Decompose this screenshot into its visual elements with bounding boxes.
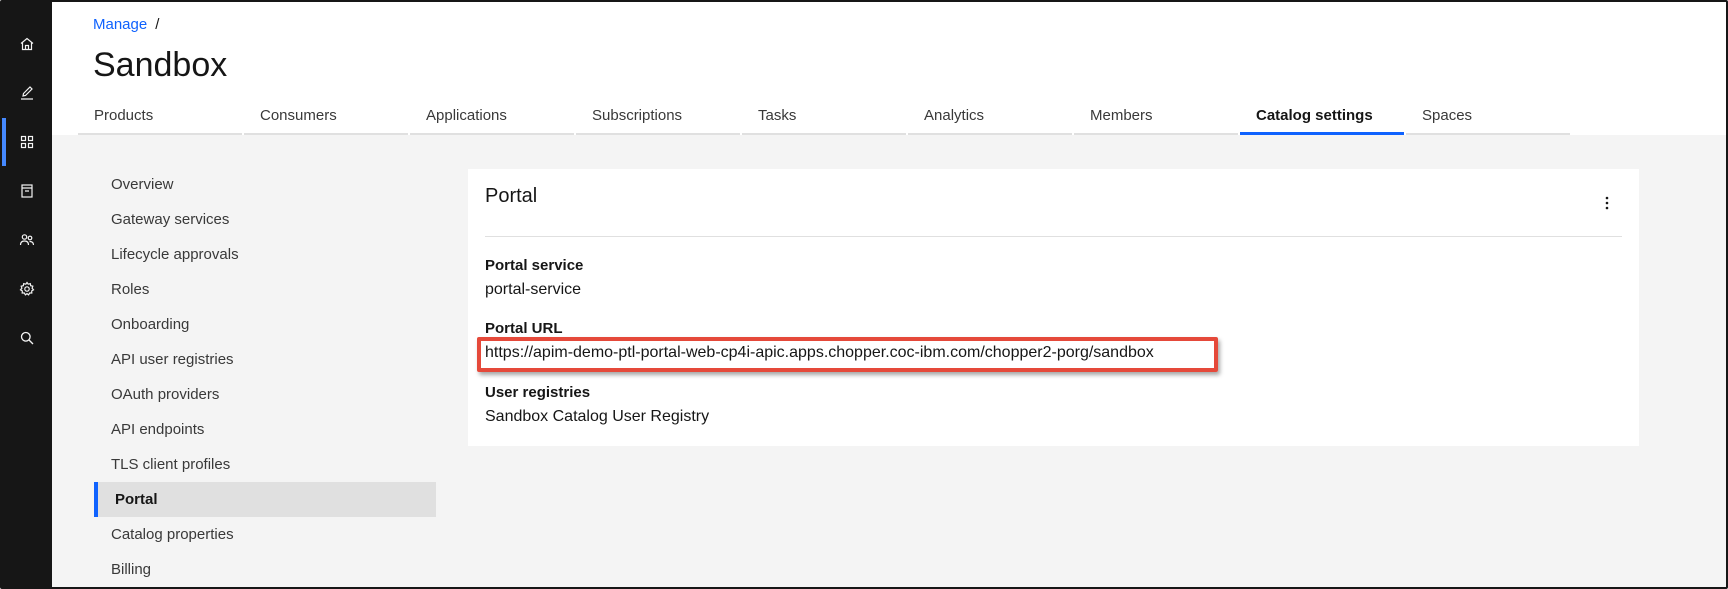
side-nav-item-tls-client-profiles[interactable]: TLS client profiles bbox=[94, 447, 436, 482]
card-title: Portal bbox=[485, 185, 538, 207]
catalog-icon[interactable] bbox=[2, 167, 52, 215]
dashboard-icon[interactable] bbox=[2, 118, 52, 166]
left-rail bbox=[2, 2, 52, 587]
breadcrumb-separator: / bbox=[155, 16, 160, 33]
side-nav-item-catalog-properties[interactable]: Catalog properties bbox=[94, 517, 436, 552]
portal-url-label: Portal URL bbox=[485, 320, 563, 337]
edit-icon[interactable] bbox=[2, 69, 52, 117]
portal-service-label: Portal service bbox=[485, 257, 584, 274]
portal-card: Portal Portal service portal-service Por… bbox=[468, 169, 1639, 446]
side-nav-item-billing[interactable]: Billing bbox=[94, 552, 436, 587]
users-icon[interactable] bbox=[2, 216, 52, 264]
page-title: Sandbox bbox=[93, 46, 228, 84]
side-nav-item-portal[interactable]: Portal bbox=[94, 482, 436, 517]
tab-consumers[interactable]: Consumers bbox=[244, 105, 408, 135]
breadcrumb: Manage / bbox=[93, 16, 159, 33]
overflow-menu-icon[interactable] bbox=[1597, 193, 1617, 213]
search-icon[interactable] bbox=[2, 314, 52, 362]
side-nav-item-overview[interactable]: Overview bbox=[94, 167, 436, 202]
side-nav-item-api-user-registries[interactable]: API user registries bbox=[94, 342, 436, 377]
card-divider bbox=[485, 236, 1622, 237]
tab-tasks[interactable]: Tasks bbox=[742, 105, 906, 135]
side-nav-item-api-endpoints[interactable]: API endpoints bbox=[94, 412, 436, 447]
content-area: Overview Gateway services Lifecycle appr… bbox=[52, 135, 1726, 587]
tab-catalog-settings[interactable]: Catalog settings bbox=[1240, 105, 1404, 135]
side-nav-item-onboarding[interactable]: Onboarding bbox=[94, 307, 436, 342]
tab-products[interactable]: Products bbox=[78, 105, 242, 135]
tab-applications[interactable]: Applications bbox=[410, 105, 574, 135]
portal-url-value[interactable]: https://apim-demo-ptl-portal-web-cp4i-ap… bbox=[485, 344, 1154, 362]
user-registries-value: Sandbox Catalog User Registry bbox=[485, 408, 710, 425]
tab-subscriptions[interactable]: Subscriptions bbox=[576, 105, 740, 135]
tab-members[interactable]: Members bbox=[1074, 105, 1238, 135]
side-nav-item-gateway-services[interactable]: Gateway services bbox=[94, 202, 436, 237]
tab-bar: Products Consumers Applications Subscrip… bbox=[78, 105, 1572, 135]
side-nav-item-oauth-providers[interactable]: OAuth providers bbox=[94, 377, 436, 412]
side-nav-item-lifecycle-approvals[interactable]: Lifecycle approvals bbox=[94, 237, 436, 272]
settings-side-nav: Overview Gateway services Lifecycle appr… bbox=[94, 167, 436, 587]
settings-icon[interactable] bbox=[2, 265, 52, 313]
home-icon[interactable] bbox=[2, 20, 52, 68]
portal-service-value: portal-service bbox=[485, 281, 582, 298]
tab-spaces[interactable]: Spaces bbox=[1406, 105, 1570, 135]
app-window: Manage / Sandbox Products Consumers Appl… bbox=[0, 0, 1728, 589]
breadcrumb-link-manage[interactable]: Manage bbox=[93, 16, 147, 33]
side-nav-item-roles[interactable]: Roles bbox=[94, 272, 436, 307]
user-registries-label: User registries bbox=[485, 384, 591, 401]
tab-analytics[interactable]: Analytics bbox=[908, 105, 1072, 135]
